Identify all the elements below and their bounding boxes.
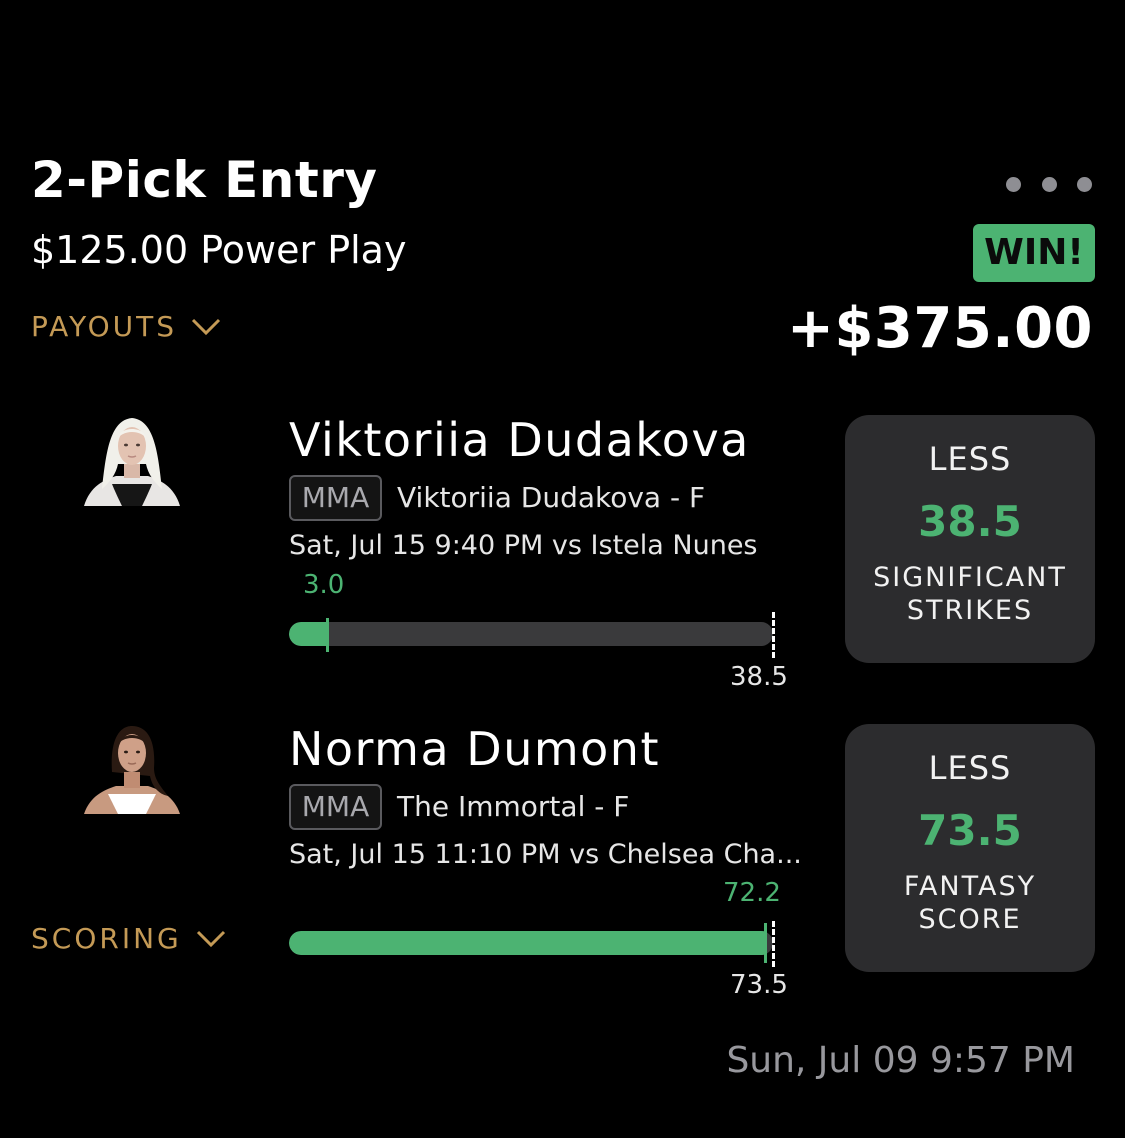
target-line [772, 612, 775, 658]
chevron-down-icon [196, 930, 225, 947]
game-info: Sat, Jul 15 11:10 PM vs Chelsea Cha... [289, 839, 802, 870]
entry-title: 2-Pick Entry [31, 151, 378, 209]
pick-line-value: 73.5 [918, 806, 1022, 855]
pick-line-value: 38.5 [918, 497, 1022, 546]
scoring-label: SCORING [31, 922, 182, 955]
pick-direction: LESS [928, 749, 1012, 787]
league-tag: MMA [289, 784, 382, 830]
dot [1041, 176, 1057, 192]
pick-stat-label: SIGNIFICANT STRIKES [865, 561, 1075, 627]
payout-amount: +$375.00 [787, 296, 1093, 361]
payouts-label: PAYOUTS [31, 310, 178, 343]
game-info: Sat, Jul 15 9:40 PM vs Istela Nunes [289, 530, 758, 561]
progress-marker [764, 923, 767, 963]
progress-marker [326, 618, 329, 652]
stat-line-2: STRIKES [906, 595, 1034, 626]
current-value: 3.0 [303, 570, 345, 600]
target-line [772, 921, 775, 967]
progress-fill [289, 931, 766, 955]
dot [1006, 176, 1021, 192]
player-detail: The Immortal - F [397, 790, 630, 823]
entry-subtitle: $125.00 Power Play [31, 228, 407, 272]
more-options-icon[interactable] [1006, 174, 1092, 194]
chevron-down-icon [192, 318, 221, 335]
league-tag: MMA [289, 475, 382, 521]
entry-screen: 2-Pick Entry $125.00 Power Play WIN! +$3… [0, 0, 1125, 1138]
target-value: 38.5 [730, 662, 788, 692]
entry-timestamp: Sun, Jul 09 9:57 PM [726, 1040, 1075, 1081]
pick-card[interactable]: LESS 38.5 SIGNIFICANT STRIKES [845, 415, 1095, 663]
progress-fill [289, 622, 327, 646]
status-badge: WIN! [973, 224, 1095, 282]
pick-stat-label: FANTASY SCORE [865, 870, 1075, 936]
player-detail: Viktoriia Dudakova - F [397, 481, 706, 514]
stat-line-1: SIGNIFICANT [873, 562, 1067, 593]
scoring-toggle[interactable]: SCORING [31, 922, 226, 955]
stat-line-2: SCORE [918, 904, 1022, 935]
progress-bar [289, 622, 773, 646]
target-value: 73.5 [730, 970, 788, 1000]
payouts-toggle[interactable]: PAYOUTS [31, 310, 221, 343]
player-name: Norma Dumont [289, 722, 660, 776]
progress-bar [289, 931, 773, 955]
player-name: Viktoriia Dudakova [289, 413, 750, 467]
pick-card[interactable]: LESS 73.5 FANTASY SCORE [845, 724, 1095, 972]
player-avatar [82, 722, 182, 814]
dot [1077, 176, 1092, 192]
pick-direction: LESS [928, 440, 1012, 478]
player-avatar [82, 414, 182, 506]
current-value: 72.2 [723, 878, 781, 908]
stat-line-1: FANTASY [903, 871, 1037, 902]
